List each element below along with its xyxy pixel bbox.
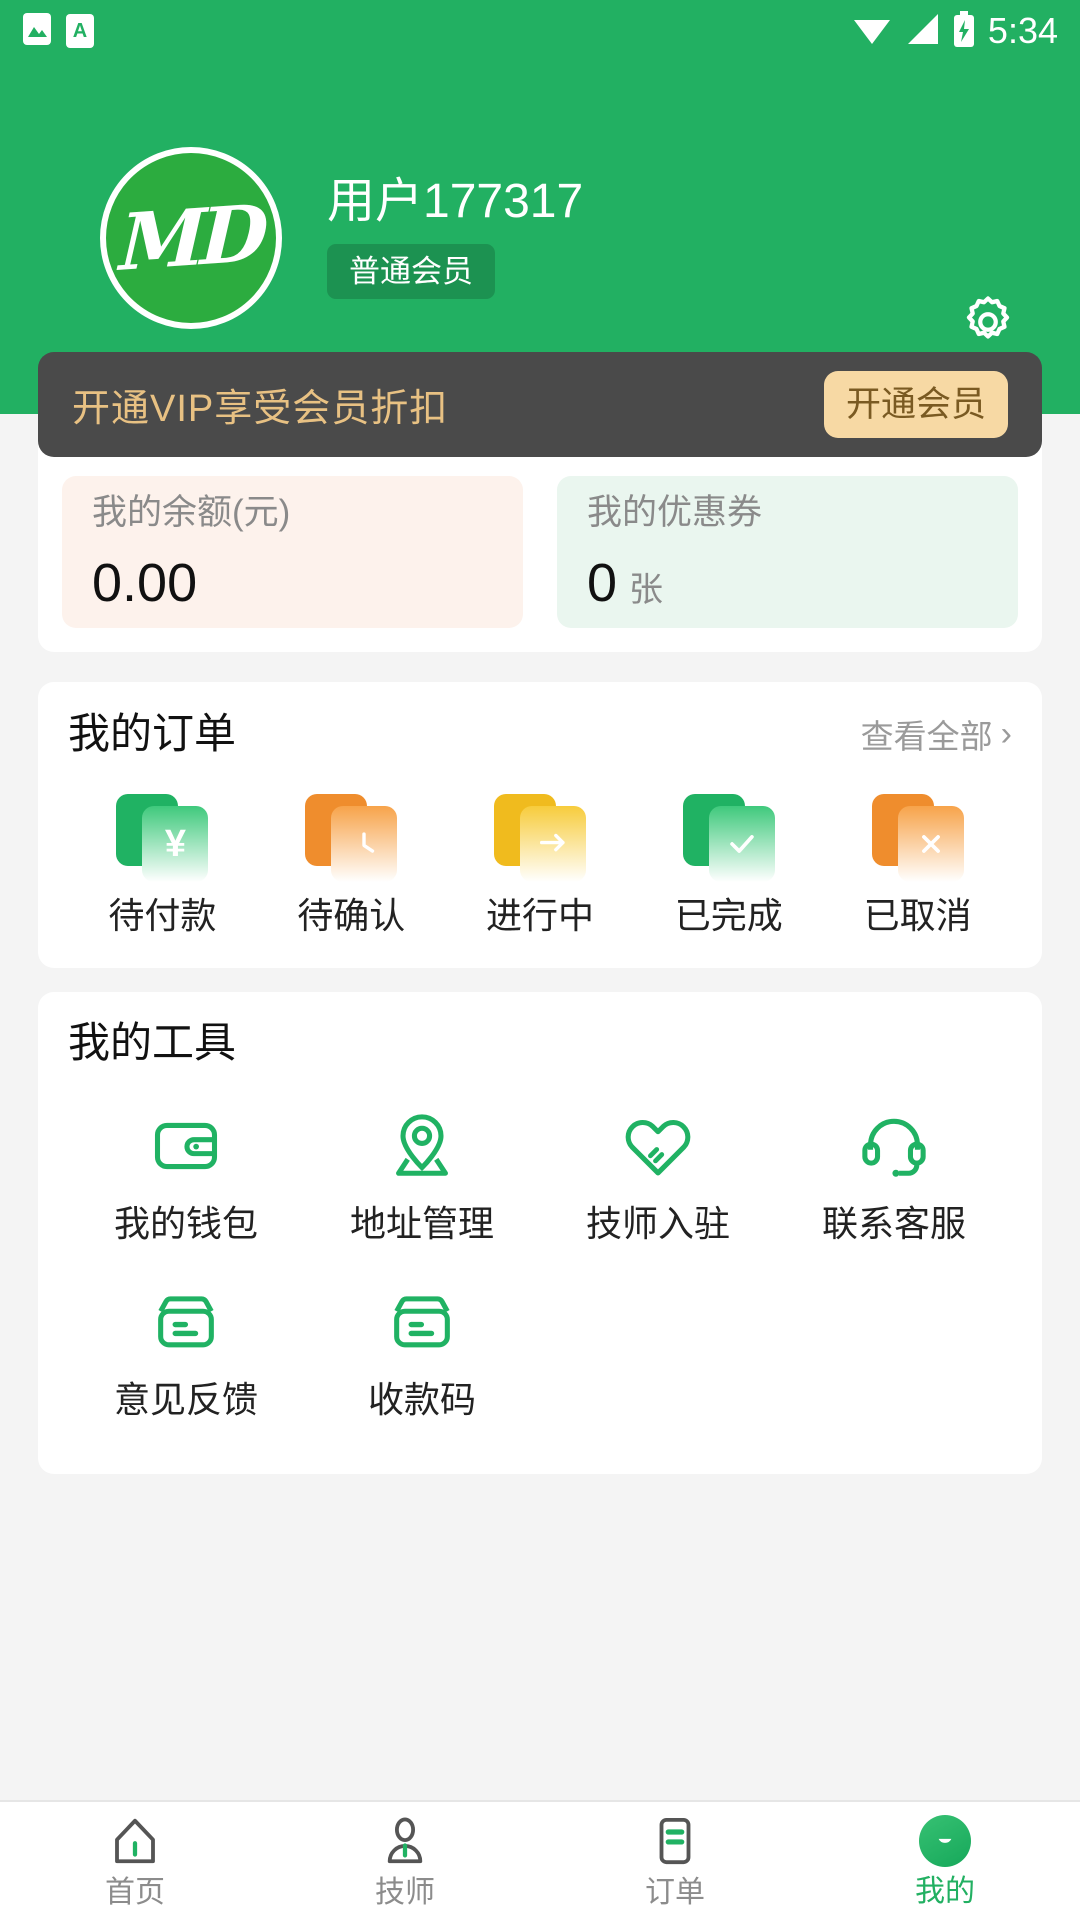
- nav-label: 首页: [105, 1876, 165, 1909]
- headset-icon: [862, 1118, 926, 1177]
- vip-banner-text: 开通VIP享受会员折扣: [72, 388, 449, 430]
- tools-title: 我的工具: [68, 1019, 237, 1066]
- member-level-badge: 普通会员: [327, 243, 495, 299]
- tool-label: 联系客服: [821, 1203, 966, 1244]
- tool-address[interactable]: 地址管理: [304, 1108, 540, 1242]
- tool-label: 收款码: [367, 1379, 476, 1420]
- open-vip-button[interactable]: 开通会员: [823, 371, 1008, 438]
- clock-stack-icon: [305, 794, 398, 882]
- status-bar-right-icons: 5:34: [852, 10, 1058, 52]
- tools-card: 我的工具 我的钱包 地址管理 技师入驻 联系客服 意见反馈 收款码: [38, 992, 1042, 1474]
- profile-smile-icon: [919, 1815, 971, 1867]
- order-status-pending-confirm[interactable]: 待确认: [257, 794, 446, 934]
- wifi-icon: [852, 12, 892, 51]
- nav-item-orders[interactable]: 订单: [540, 1802, 810, 1920]
- tool-label: 技师入驻: [585, 1203, 730, 1244]
- nav-label: 订单: [645, 1876, 705, 1909]
- nav-label: 技师: [375, 1876, 435, 1909]
- app-a-icon: A: [66, 14, 94, 48]
- order-list-icon: [659, 1817, 691, 1865]
- status-bar: A 5:34: [0, 0, 1080, 62]
- chevron-right-icon: ›: [1000, 715, 1012, 753]
- signal-icon: [904, 12, 940, 51]
- vip-banner[interactable]: 开通VIP享受会员折扣 开通会员: [38, 352, 1042, 457]
- see-all-label: 查看全部: [860, 718, 993, 755]
- coupon-value-row: 0 张: [587, 556, 988, 610]
- check-stack-icon: [682, 794, 775, 882]
- orders-title: 我的订单: [68, 710, 237, 757]
- tool-customer-service[interactable]: 联系客服: [776, 1108, 1012, 1242]
- status-bar-time: 5:34: [987, 10, 1058, 51]
- balance-value: 0.00: [92, 552, 198, 613]
- order-status-row: ¥ 待付款 待确认 进行中 已完成 已取消: [68, 794, 1012, 934]
- tool-feedback[interactable]: 意见反馈: [68, 1284, 304, 1418]
- profile-block: MD 用户177317 普通会员: [100, 147, 583, 329]
- gear-icon: [966, 296, 1010, 339]
- bottom-navigation: 首页 技师 订单 我的: [0, 1800, 1080, 1920]
- username: 用户177317: [327, 174, 584, 228]
- profile-text: 用户177317 普通会员: [327, 174, 584, 299]
- orders-card: 我的订单 查看全部 › ¥ 待付款 待确认 进行中 已完成 已取消: [38, 682, 1042, 968]
- payment-code-icon: [394, 1296, 450, 1348]
- tool-label: 地址管理: [349, 1203, 494, 1244]
- app-screen: A 5:34 MD 用户177317 普通会员 我的余额(元) 0.00 我的优…: [0, 0, 1080, 1920]
- order-status-label: 待确认: [297, 895, 406, 936]
- nav-label: 我的: [915, 1875, 975, 1908]
- order-status-in-progress[interactable]: 进行中: [446, 794, 635, 934]
- order-status-pending-payment[interactable]: ¥ 待付款: [68, 794, 257, 934]
- yen-glyph: ¥: [164, 823, 186, 865]
- avatar-logo-text: MD: [118, 187, 264, 289]
- battery-charging-icon: [952, 10, 976, 52]
- tools-grid: 我的钱包 地址管理 技师入驻 联系客服 意见反馈 收款码: [68, 1108, 1012, 1460]
- avatar[interactable]: MD: [100, 147, 282, 329]
- coupon-label: 我的优惠券: [587, 492, 763, 532]
- balance-label: 我的余额(元): [92, 492, 291, 532]
- balance-value-row: 0.00: [92, 556, 493, 610]
- nav-item-technician[interactable]: 技师: [270, 1802, 540, 1920]
- location-pin-icon: [396, 1114, 448, 1176]
- order-status-label: 进行中: [485, 895, 594, 936]
- nav-item-home[interactable]: 首页: [0, 1802, 270, 1920]
- heart-hand-icon: [625, 1120, 691, 1176]
- balance-card[interactable]: 我的余额(元) 0.00: [62, 476, 523, 628]
- order-status-label: 已取消: [863, 895, 972, 936]
- coupon-unit: 张: [629, 570, 664, 609]
- status-bar-left-icons: A: [22, 12, 94, 51]
- wallet-icon: [154, 1122, 218, 1170]
- arrow-stack-icon: [493, 794, 586, 882]
- home-icon: [115, 1818, 155, 1864]
- cross-stack-icon: [871, 794, 964, 882]
- order-status-completed[interactable]: 已完成: [634, 794, 823, 934]
- coupon-card[interactable]: 我的优惠券 0 张: [557, 476, 1018, 628]
- tool-label: 意见反馈: [113, 1379, 258, 1420]
- tool-payment-code[interactable]: 收款码: [304, 1284, 540, 1418]
- tool-label: 我的钱包: [113, 1203, 258, 1244]
- order-status-cancelled[interactable]: 已取消: [823, 794, 1012, 934]
- yen-stack-icon: ¥: [116, 794, 209, 882]
- tool-wallet[interactable]: 我的钱包: [68, 1108, 304, 1242]
- coupon-value: 0: [587, 552, 618, 613]
- settings-button[interactable]: [958, 292, 1018, 352]
- gallery-icon: [22, 12, 52, 51]
- nav-item-profile[interactable]: 我的: [810, 1802, 1080, 1920]
- tool-technician-join[interactable]: 技师入驻: [540, 1108, 776, 1242]
- orders-header: 我的订单 查看全部 ›: [68, 710, 1012, 758]
- technician-icon: [387, 1817, 423, 1864]
- feedback-box-icon: [158, 1296, 214, 1348]
- order-status-label: 待付款: [108, 895, 217, 936]
- tools-header: 我的工具: [68, 1022, 1012, 1064]
- order-status-label: 已完成: [674, 895, 783, 936]
- orders-see-all-link[interactable]: 查看全部 ›: [861, 710, 1012, 758]
